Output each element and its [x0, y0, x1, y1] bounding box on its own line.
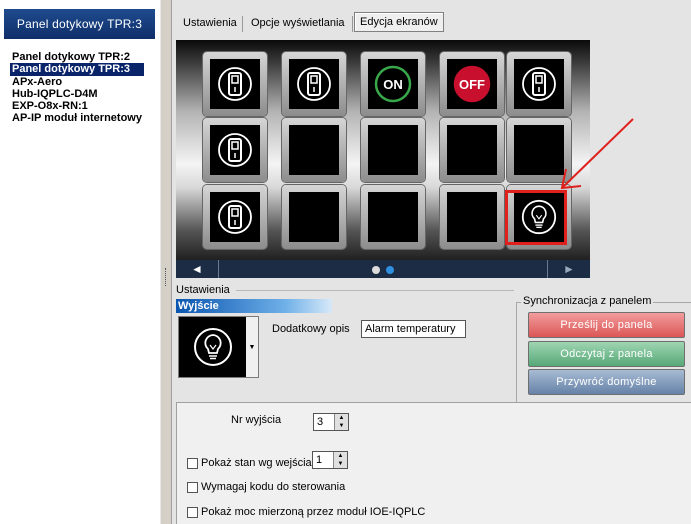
panel-screen-preview: ON OFF ◄ ►: [176, 40, 590, 278]
show-state-label: Pokaż stan wg wejścia: [201, 457, 312, 469]
screen-tile-switch[interactable]: [203, 185, 267, 249]
icon-picker[interactable]: [178, 316, 248, 378]
screen-tile-empty[interactable]: [361, 185, 425, 249]
page-dot-active[interactable]: [386, 266, 394, 274]
read-from-panel-button[interactable]: Odczytaj z panela: [528, 341, 685, 367]
show-power-checkbox[interactable]: [187, 507, 198, 518]
tab-ustawienia[interactable]: Ustawienia: [178, 14, 242, 32]
tree-item-apx-aero[interactable]: APx-Aero: [10, 76, 144, 88]
show-state-input-stepper[interactable]: 1 ▲ ▼: [312, 451, 348, 469]
restore-defaults-button[interactable]: Przywróć domyślne: [528, 369, 685, 395]
tile-face: [447, 125, 497, 175]
require-code-checkbox[interactable]: [187, 482, 198, 493]
icon-dropdown-button[interactable]: ▼: [246, 316, 259, 378]
tab-separator: [242, 16, 243, 32]
output-number-label: Nr wyjścia: [231, 414, 282, 426]
svg-text:ON: ON: [383, 77, 403, 92]
screen-nav-bar: ◄ ►: [176, 260, 590, 278]
screen-tile-off[interactable]: OFF: [440, 52, 504, 116]
tab-separator: [352, 16, 353, 32]
screen-tile-switch[interactable]: [203, 118, 267, 182]
description-input[interactable]: [361, 320, 466, 338]
splitter-grip[interactable]: [165, 268, 168, 286]
tile-face: [514, 59, 564, 109]
switch-icon: [218, 67, 252, 101]
annotation-arrow: [560, 118, 634, 190]
prev-screen-button[interactable]: ◄: [176, 260, 219, 278]
tile-face: [368, 192, 418, 242]
stepper-arrows-icon[interactable]: ▲ ▼: [334, 414, 348, 430]
screen-tile-switch[interactable]: [282, 52, 346, 116]
require-code-label: Wymagaj kodu do sterowania: [201, 481, 346, 493]
output-number-stepper[interactable]: 3 ▲ ▼: [313, 413, 349, 431]
tree-item-exp[interactable]: EXP-O8x-RN:1: [10, 100, 144, 112]
sync-group-title: Synchronizacja z panelem: [521, 295, 654, 307]
on-icon: ON: [374, 65, 412, 103]
screen-tile-on[interactable]: ON: [361, 52, 425, 116]
screen-tile-switch[interactable]: [203, 52, 267, 116]
tile-face: [210, 125, 260, 175]
next-screen-button[interactable]: ►: [547, 260, 590, 278]
output-number-value: 3: [317, 416, 324, 428]
stepper-arrows-icon[interactable]: ▲ ▼: [333, 452, 347, 468]
tile-face: [289, 125, 339, 175]
tree-item-hub[interactable]: Hub-IQPLC-D4M: [10, 88, 144, 100]
page-dot[interactable]: [372, 266, 380, 274]
tile-face: OFF: [447, 59, 497, 109]
tile-face: [447, 192, 497, 242]
bulb-icon: [194, 328, 232, 366]
switch-icon: [297, 67, 331, 101]
tab-opcje-wyswietlania[interactable]: Opcje wyświetlania: [246, 14, 350, 32]
tree-header: Panel dotykowy TPR:3: [4, 9, 155, 39]
show-state-checkbox[interactable]: [187, 458, 198, 469]
show-state-value: 1: [316, 454, 323, 466]
svg-text:OFF: OFF: [459, 77, 485, 92]
screen-tile-switch[interactable]: [507, 52, 571, 116]
device-list: Panel dotykowy TPR:2 Panel dotykowy TPR:…: [10, 51, 144, 125]
tree-item-tpr2[interactable]: Panel dotykowy TPR:2: [10, 51, 144, 63]
tree-item-ap-ip[interactable]: AP-IP moduł internetowy: [10, 112, 144, 124]
settings-group-title: Ustawienia: [176, 284, 230, 296]
tile-face: [289, 59, 339, 109]
tile-face: [210, 192, 260, 242]
tree-item-tpr3[interactable]: Panel dotykowy TPR:3: [10, 63, 144, 76]
off-icon: OFF: [453, 65, 491, 103]
device-tree-panel: Panel dotykowy TPR:3 Panel dotykowy TPR:…: [0, 0, 160, 524]
output-section-header: Wyjście: [176, 299, 332, 313]
tab-edycja-ekranow[interactable]: Edycja ekranów: [354, 12, 444, 32]
desc-label: Dodatkowy opis: [272, 323, 350, 335]
switch-icon: [218, 133, 252, 167]
switch-icon: [218, 200, 252, 234]
tile-face: [289, 192, 339, 242]
group-divider: [236, 290, 514, 291]
screen-tile-empty[interactable]: [440, 118, 504, 182]
screen-tile-empty[interactable]: [282, 185, 346, 249]
tab-bar: Ustawienia Opcje wyświetlania Edycja ekr…: [174, 10, 691, 34]
send-to-panel-button[interactable]: Prześlij do panela: [528, 312, 685, 338]
screen-tile-empty[interactable]: [361, 118, 425, 182]
show-power-label: Pokaż moc mierzoną przez moduł IOE-IQPLC: [201, 506, 426, 518]
tile-face: ON: [368, 59, 418, 109]
splitter[interactable]: [160, 0, 172, 524]
tile-face: [210, 59, 260, 109]
tile-face: [368, 125, 418, 175]
switch-icon: [522, 67, 556, 101]
screen-tile-empty[interactable]: [282, 118, 346, 182]
screen-tile-empty[interactable]: [440, 185, 504, 249]
